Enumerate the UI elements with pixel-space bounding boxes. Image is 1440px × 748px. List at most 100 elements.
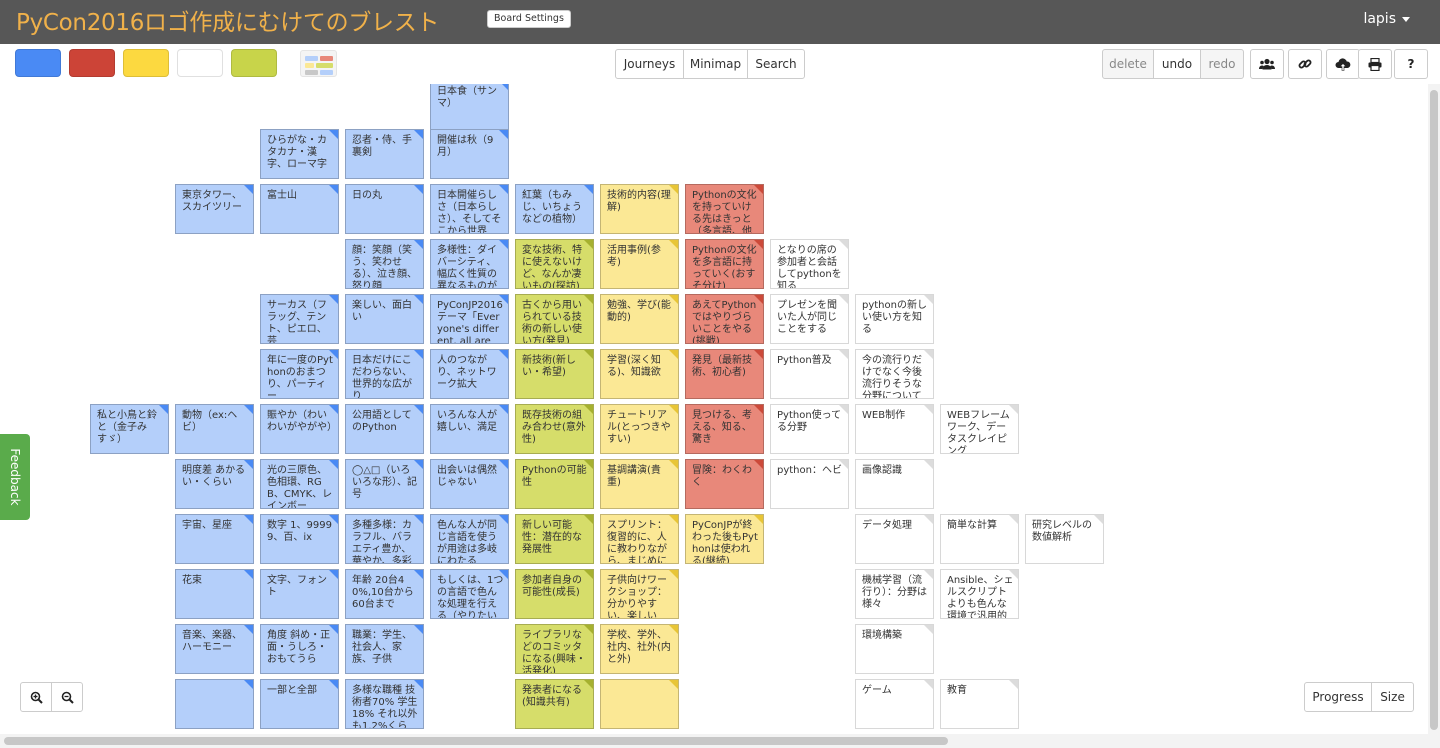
vertical-scrollbar[interactable] bbox=[1428, 84, 1440, 734]
sticky-note-white[interactable]: python：ヘビ bbox=[770, 459, 849, 509]
sticky-note-red[interactable]: あえてPythonではやりづらいことをやる(挑戦) bbox=[685, 294, 764, 344]
horizontal-scroll-thumb[interactable] bbox=[4, 737, 948, 745]
sticky-note-blue[interactable]: 日本食（サンマ） bbox=[430, 84, 509, 130]
sticky-note-yellow[interactable]: 学校、学外、社内、社外(内と外) bbox=[600, 624, 679, 674]
sticky-note-olive[interactable]: 発表者になる(知識共有) bbox=[515, 679, 594, 729]
color-swatch-white[interactable] bbox=[177, 49, 223, 77]
sticky-note-blue[interactable]: 宇宙、星座 bbox=[175, 514, 254, 564]
sticky-note-yellow[interactable]: 活用事例(参考) bbox=[600, 239, 679, 289]
sticky-note-red[interactable]: 見つける、考える、知る、驚き bbox=[685, 404, 764, 454]
sticky-note-blue[interactable]: ひらがな・カタカナ・漢字、ローマ字 bbox=[260, 129, 339, 179]
sticky-note-blue[interactable]: 賑やか（わいわいがやがや） bbox=[260, 404, 339, 454]
redo-button[interactable]: redo bbox=[1200, 49, 1244, 79]
sticky-note-yellow[interactable]: 勉強、学び(能動的) bbox=[600, 294, 679, 344]
color-swatch-olive[interactable] bbox=[231, 49, 277, 77]
sticky-note-blue[interactable]: 東京タワー、スカイツリー bbox=[175, 184, 254, 234]
sticky-note-blue[interactable]: 明度差 あかるい・くらい bbox=[175, 459, 254, 509]
sticky-note-white[interactable]: 画像認識 bbox=[855, 459, 934, 509]
link-button[interactable] bbox=[1288, 49, 1322, 79]
zoom-in-button[interactable] bbox=[20, 682, 52, 712]
sticky-note-blue[interactable]: 紅葉（もみじ、いちょうなどの植物） bbox=[515, 184, 594, 234]
sticky-note-white[interactable]: pythonの新しい使い方を知る bbox=[855, 294, 934, 344]
sticky-note-blue[interactable]: もしくは、1つの言語で色んな処理を行える（やりたい bbox=[430, 569, 509, 619]
sticky-note-white[interactable]: Python普及 bbox=[770, 349, 849, 399]
sticky-note-white[interactable]: データ処理 bbox=[855, 514, 934, 564]
sticky-note-white[interactable]: 簡単な計算 bbox=[940, 514, 1019, 564]
sticky-note-olive[interactable]: 新しい可能性：潜在的な発展性 bbox=[515, 514, 594, 564]
sticky-note-olive[interactable]: 古くから用いられている技術の新しい使い方(発見) bbox=[515, 294, 594, 344]
board-settings-button[interactable]: Board Settings bbox=[487, 10, 571, 28]
zoom-out-button[interactable] bbox=[51, 682, 83, 712]
print-button[interactable] bbox=[1358, 49, 1392, 79]
sticky-note-blue[interactable]: 顔：笑顔（笑う、笑わせる）、泣き顔、怒り顔 bbox=[345, 239, 424, 289]
sticky-note-yellow[interactable]: PyConJPが終わった後もPythonは使われる(継続) bbox=[685, 514, 764, 564]
color-swatch-yellow[interactable] bbox=[123, 49, 169, 77]
sticky-note-white[interactable]: Ansible、シェルスクリプトよりも色んな環境で汎用的 bbox=[940, 569, 1019, 619]
sticky-note-white[interactable]: プレゼンを聞いた人が同じことをする bbox=[770, 294, 849, 344]
sticky-note-blue[interactable]: 人のつながり、ネットワーク拡大 bbox=[430, 349, 509, 399]
sticky-note-blue[interactable]: 光の三原色、色相環、RGB、CMYK、レインボー bbox=[260, 459, 339, 509]
sticky-note-blue[interactable]: いろんな人が嬉しい、満足 bbox=[430, 404, 509, 454]
sticky-note-blue[interactable]: サーカス（フラッグ、テント、ピエロ、芸 bbox=[260, 294, 339, 344]
sticky-note-blue[interactable]: 花束 bbox=[175, 569, 254, 619]
sticky-note-white[interactable]: ゲーム bbox=[855, 679, 934, 729]
user-menu[interactable]: lapis bbox=[1363, 11, 1410, 27]
sticky-note-blue[interactable]: 日本だけにこだわらない、世界的な広がり bbox=[345, 349, 424, 399]
sticky-note-white[interactable]: 教育 bbox=[940, 679, 1019, 729]
sticky-note-blue[interactable]: 一部と全部 bbox=[260, 679, 339, 729]
sticky-note-blue[interactable]: 職業：学生、社会人、家族、子供 bbox=[345, 624, 424, 674]
sticky-note-white[interactable]: 研究レベルの数値解析 bbox=[1025, 514, 1104, 564]
sticky-note-olive[interactable]: 変な技術、特に使えないけど、なんか凄いもの(探訪) bbox=[515, 239, 594, 289]
sticky-note-olive[interactable]: 既存技術の組み合わせ(意外性) bbox=[515, 404, 594, 454]
vertical-scroll-thumb[interactable] bbox=[1430, 90, 1438, 730]
sticky-note-white[interactable]: 今の流行りだけでなく今後流行りそうな分野について bbox=[855, 349, 934, 399]
sticky-note-red[interactable]: 冒険：わくわく bbox=[685, 459, 764, 509]
sticky-note-red[interactable]: 発見（最新技術、初心者) bbox=[685, 349, 764, 399]
sticky-note-white[interactable]: Python使ってる分野 bbox=[770, 404, 849, 454]
users-button[interactable] bbox=[1250, 49, 1284, 79]
sticky-note-blue[interactable]: 私と小鳥と鈴と（金子みすゞ） bbox=[90, 404, 169, 454]
sticky-note-red[interactable]: Pythonの文化を持っていける先はきっと（多言語、他 bbox=[685, 184, 764, 234]
progress-button[interactable]: Progress bbox=[1304, 682, 1372, 712]
sticky-note-blue[interactable]: 動物（ex:ヘビ） bbox=[175, 404, 254, 454]
delete-button[interactable]: delete bbox=[1102, 49, 1154, 79]
sticky-note-yellow[interactable]: チュートリアル(とっつきやすい) bbox=[600, 404, 679, 454]
sticky-note-blue[interactable]: 多種多様：カラフル、バラエティ豊か、華やか、多彩 bbox=[345, 514, 424, 564]
sticky-note-blue[interactable]: PyConJP2016テーマ「Everyone's different, all… bbox=[430, 294, 509, 344]
sticky-note-blue[interactable]: 日の丸 bbox=[345, 184, 424, 234]
search-button[interactable]: Search bbox=[747, 49, 805, 79]
sticky-note-yellow[interactable]: 基調講演(貴重) bbox=[600, 459, 679, 509]
sticky-note-blue[interactable]: 数字 1、99999、百、ix bbox=[260, 514, 339, 564]
sticky-note-blue[interactable]: 多様性：ダイバーシティ、幅広く性質の異なるものが bbox=[430, 239, 509, 289]
sticky-note-blue[interactable] bbox=[175, 679, 254, 729]
size-button[interactable]: Size bbox=[1371, 682, 1414, 712]
sticky-note-blue[interactable]: 公用語としてのPython bbox=[345, 404, 424, 454]
sticky-note-white[interactable]: 機械学習（流行り）：分野は様々 bbox=[855, 569, 934, 619]
journeys-button[interactable]: Journeys bbox=[615, 49, 684, 79]
undo-button[interactable]: undo bbox=[1153, 49, 1201, 79]
sticky-note-blue[interactable]: 音楽、楽器、ハーモニー bbox=[175, 624, 254, 674]
color-swatch-blue[interactable] bbox=[15, 49, 61, 77]
sticky-note-olive[interactable]: Pythonの可能性 bbox=[515, 459, 594, 509]
sticky-note-blue[interactable]: 色んな人が同じ言語を使うが用途は多岐にわたる bbox=[430, 514, 509, 564]
sticky-note-blue[interactable]: 出会いは偶然じゃない bbox=[430, 459, 509, 509]
color-swatch-red[interactable] bbox=[69, 49, 115, 77]
sticky-note-white[interactable]: となりの席の参加者と会話してpythonを知る bbox=[770, 239, 849, 289]
board-canvas[interactable]: 日本食（サンマ） ひらがな・カタカナ・漢字、ローマ字 忍者・侍、手裏剣 開催は秋（9月… bbox=[0, 84, 1428, 734]
sticky-note-yellow[interactable] bbox=[600, 679, 679, 729]
sticky-note-blue[interactable]: 開催は秋（9月） bbox=[430, 129, 509, 179]
sticky-note-blue[interactable]: 日本開催らしさ（日本らしさ）、そしてそこから世界 bbox=[430, 184, 509, 234]
sticky-note-blue[interactable]: 年齢 20台40%,10台から60台まで bbox=[345, 569, 424, 619]
sticky-note-yellow[interactable]: 学習(深く知る)、知識欲 bbox=[600, 349, 679, 399]
sticky-note-yellow[interactable]: スプリント：復習的に、人に教わりながら、まじめに bbox=[600, 514, 679, 564]
sticky-note-blue[interactable]: 文字、フォント bbox=[260, 569, 339, 619]
sticky-note-olive[interactable]: 参加者自身の可能性(成長) bbox=[515, 569, 594, 619]
sticky-note-blue[interactable]: 楽しい、面白い bbox=[345, 294, 424, 344]
sticky-note-blue[interactable]: 年に一度のPythonのおまつり、パーティー bbox=[260, 349, 339, 399]
sticky-note-olive[interactable]: 新技術(新しい・希望) bbox=[515, 349, 594, 399]
sticky-note-blue[interactable]: 多様な職種 技術者70% 学生18% それ以外も1.2%くら bbox=[345, 679, 424, 729]
sticky-note-blue[interactable]: 忍者・侍、手裏剣 bbox=[345, 129, 424, 179]
sticky-note-olive[interactable]: ライブラリなどのコミッタになる(興味・活発化) bbox=[515, 624, 594, 674]
upload-button[interactable] bbox=[1326, 49, 1360, 79]
horizontal-scrollbar[interactable] bbox=[0, 734, 1440, 748]
